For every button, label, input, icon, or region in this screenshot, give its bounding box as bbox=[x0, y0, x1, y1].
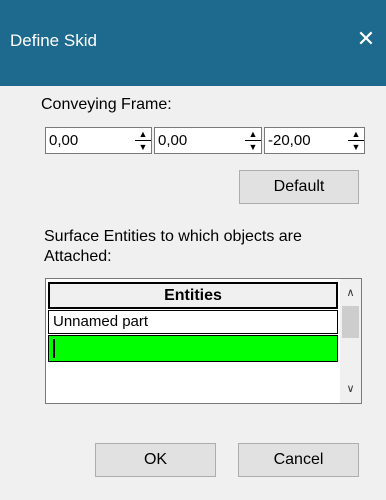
frame-y-spin-arrows[interactable]: ▲ ▼ bbox=[245, 128, 261, 153]
spin-down-icon[interactable]: ▼ bbox=[348, 141, 364, 153]
surface-entities-label-line2: Attached: bbox=[44, 248, 112, 265]
cancel-button[interactable]: Cancel bbox=[238, 443, 359, 477]
ok-button[interactable]: OK bbox=[95, 443, 216, 477]
frame-y-value[interactable]: 0,00 bbox=[158, 132, 187, 149]
frame-y-spinner[interactable]: 0,00 ▲ ▼ bbox=[154, 127, 262, 154]
spin-down-icon[interactable]: ▼ bbox=[135, 141, 151, 153]
frame-z-spin-arrows[interactable]: ▲ ▼ bbox=[348, 128, 364, 153]
text-cursor bbox=[53, 339, 55, 358]
frame-z-spinner[interactable]: -20,00 ▲ ▼ bbox=[264, 127, 365, 154]
frame-x-spinner[interactable]: 0,00 ▲ ▼ bbox=[45, 127, 152, 154]
spin-up-icon[interactable]: ▲ bbox=[135, 128, 151, 141]
default-button[interactable]: Default bbox=[239, 170, 359, 204]
spin-up-icon[interactable]: ▲ bbox=[245, 128, 261, 141]
frame-x-spin-arrows[interactable]: ▲ ▼ bbox=[135, 128, 151, 153]
spin-down-icon[interactable]: ▼ bbox=[245, 141, 261, 153]
title-bar: Define Skid ✕ bbox=[0, 0, 386, 86]
conveying-frame-label: Conveying Frame: bbox=[41, 96, 172, 113]
frame-z-value[interactable]: -20,00 bbox=[268, 132, 311, 149]
vertical-scrollbar[interactable]: ∧ ∨ bbox=[340, 279, 361, 403]
spin-up-icon[interactable]: ▲ bbox=[348, 128, 364, 141]
scroll-up-icon[interactable]: ∧ bbox=[340, 283, 361, 303]
entities-column-header[interactable]: Entities bbox=[48, 282, 338, 309]
frame-x-value[interactable]: 0,00 bbox=[49, 132, 78, 149]
scroll-down-icon[interactable]: ∨ bbox=[340, 379, 361, 399]
table-row-selected[interactable] bbox=[48, 335, 338, 362]
entities-grid[interactable]: Entities Unnamed part ∧ ∨ bbox=[45, 278, 362, 404]
scrollbar-thumb[interactable] bbox=[342, 306, 359, 338]
table-row[interactable]: Unnamed part bbox=[48, 310, 338, 334]
surface-entities-label-line1: Surface Entities to which objects are bbox=[44, 228, 302, 245]
window-title: Define Skid bbox=[10, 31, 97, 50]
close-icon[interactable]: ✕ bbox=[355, 28, 377, 50]
